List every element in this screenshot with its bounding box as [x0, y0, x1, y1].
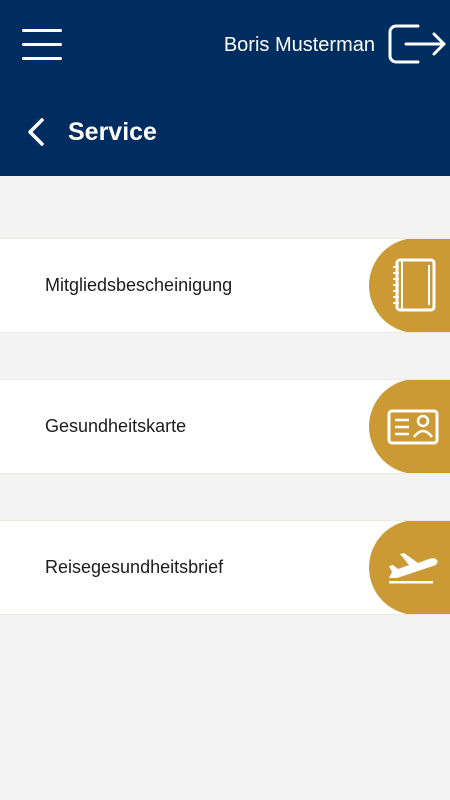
chevron-left-icon: [28, 118, 44, 146]
user-name: Boris Musterman: [223, 34, 375, 56]
airplane-icon: [389, 553, 438, 584]
id-card-icon: [387, 409, 439, 445]
back-button[interactable]: [24, 116, 50, 148]
service-card-label: Gesundheitskarte: [45, 416, 187, 436]
notebook-icon: [393, 258, 436, 312]
service-card-reisegesundheitsbrief[interactable]: Reisegesundheitsbrief: [0, 520, 450, 615]
hamburger-menu-icon: [22, 29, 62, 60]
service-card-label: Reisegesundheitsbrief: [45, 557, 224, 577]
service-card-mitgliedsbescheinigung[interactable]: Mitgliedsbescheinigung: [0, 238, 450, 333]
page-title: Service: [68, 118, 157, 146]
service-card-badge: [369, 521, 450, 614]
service-card-badge: [369, 380, 450, 473]
service-card-gesundheitskarte[interactable]: Gesundheitskarte: [0, 379, 450, 474]
service-card-badge: [369, 239, 450, 332]
service-card-label: Mitgliedsbescheinigung: [45, 275, 233, 295]
logout-button[interactable]: [388, 20, 448, 68]
logout-icon: [388, 24, 446, 64]
app-header: Boris Musterman Service: [0, 0, 450, 176]
menu-button[interactable]: [22, 26, 62, 62]
